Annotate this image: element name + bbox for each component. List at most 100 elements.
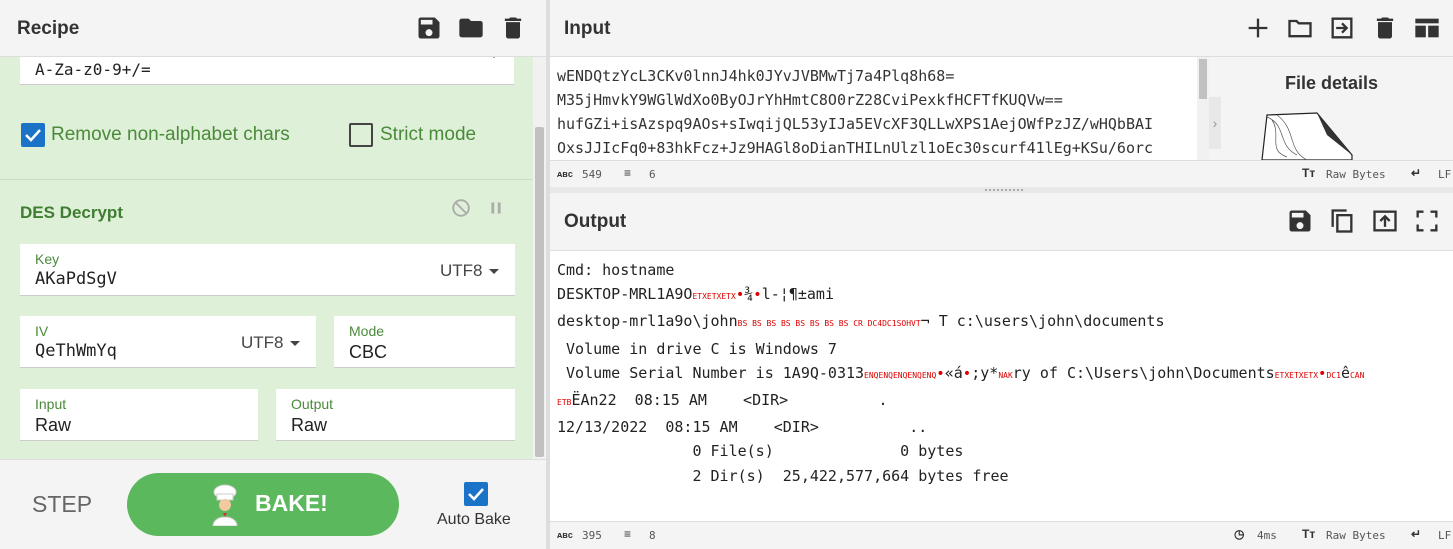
layout-icon[interactable] <box>1413 14 1441 42</box>
recipe-scrollbar[interactable] <box>533 57 546 459</box>
key-input[interactable]: AKaPdSgV <box>35 269 117 289</box>
trash-icon[interactable] <box>499 14 527 42</box>
output-line: Cmd: hostname <box>557 261 675 279</box>
step-button[interactable]: STEP <box>32 491 92 518</box>
abc-icon: ᴀʙᴄ <box>557 530 573 540</box>
strict-mode-label[interactable]: Strict mode <box>380 124 476 146</box>
scrollbar-thumb[interactable] <box>1199 59 1207 99</box>
input-format-field[interactable]: Input Raw <box>20 389 258 441</box>
eol-icon[interactable]: ↵ <box>1411 166 1421 180</box>
lines-icon: ≡ <box>624 166 632 180</box>
replace-input-icon[interactable] <box>1371 207 1399 235</box>
iv-encoding-value: UTF8 <box>241 333 284 352</box>
key-encoding-dropdown[interactable]: UTF8 <box>440 261 499 281</box>
recipe-header: Recipe <box>0 0 546 57</box>
alphabet-value: A-Za-z0-9+/= <box>35 60 151 79</box>
output-char-count: 395 <box>582 529 602 542</box>
input-file-icon[interactable] <box>1328 14 1356 42</box>
text-encoding-icon[interactable]: Tт <box>1302 166 1315 180</box>
input-line: M35jHmvkY9WGlWdXo0ByOJrYhHmtC8O0rZ28CviP… <box>557 91 1063 109</box>
mode-value[interactable]: CBC <box>349 342 387 363</box>
auto-bake-checkbox[interactable] <box>464 482 488 506</box>
output-line: desktop-mrl1a9o\johnBS BS BS BS BS BS BS… <box>557 309 1453 336</box>
output-format-field[interactable]: Output Raw <box>276 389 515 441</box>
pause-icon[interactable] <box>485 197 507 219</box>
output-encoding[interactable]: Raw Bytes <box>1326 529 1386 542</box>
maximise-icon[interactable] <box>1413 207 1441 235</box>
chevron-down-icon[interactable] <box>489 57 499 58</box>
resize-grip-icon[interactable] <box>985 189 1023 191</box>
input-title: Input <box>564 18 611 39</box>
output-line: Volume in drive C is Windows 7 <box>557 339 837 358</box>
input-textarea[interactable]: wENDQtzYcL3CKv0lnnJ4hk0JYvJVBMwTj7a4Plq8… <box>550 57 1197 160</box>
add-icon[interactable] <box>1244 14 1272 42</box>
key-label: Key <box>35 251 60 267</box>
input-panel: Input wENDQtzYcL3CKv0lnnJ4hk0JYvJVBMwTj7… <box>550 0 1453 187</box>
control-char: DC1 <box>1326 370 1341 380</box>
strict-mode-checkbox[interactable] <box>349 123 373 147</box>
open-folder-icon[interactable] <box>1286 14 1314 42</box>
output-text-segment: ry of C:\Users\john\Documents <box>1012 363 1275 382</box>
folder-icon[interactable] <box>457 14 485 42</box>
bake-button[interactable]: BAKE! <box>127 473 399 536</box>
mode-label: Mode <box>349 323 385 339</box>
save-icon[interactable] <box>415 14 443 42</box>
output-format-label: Output <box>291 396 334 412</box>
control-char: ETXETXETX <box>692 292 736 302</box>
input-header: Input <box>550 0 1453 57</box>
disable-icon[interactable] <box>450 197 472 219</box>
copy-icon[interactable] <box>1328 207 1356 235</box>
file-thumbnail-icon <box>1261 112 1353 160</box>
output-format-value[interactable]: Raw <box>291 415 327 436</box>
output-line: DESKTOP-MRL1A9OETXETXETX•¾•l-¦¶±ami <box>557 282 1453 309</box>
clear-input-icon[interactable] <box>1371 14 1399 42</box>
eol-icon[interactable]: ↵ <box>1411 527 1421 541</box>
operation-divider <box>0 179 533 180</box>
save-output-icon[interactable] <box>1286 207 1314 235</box>
output-text-segment: DESKTOP-MRL1A9O <box>557 285 693 304</box>
control-char: ETB <box>557 398 572 408</box>
input-status-bar: ᴀʙᴄ 549 ≡ 6 Tт Raw Bytes ↵ LF <box>550 160 1453 187</box>
file-details-title: File details <box>1285 73 1379 93</box>
input-line-count: 6 <box>649 168 656 181</box>
abc-icon: ᴀʙᴄ <box>557 169 573 179</box>
scrollbar-thumb[interactable] <box>535 127 544 457</box>
key-field[interactable]: Key AKaPdSgV UTF8 <box>20 244 515 296</box>
clock-icon: ◷ <box>1234 527 1245 541</box>
control-char: CAN <box>1349 370 1365 380</box>
alphabet-field[interactable]: A-Za-z0-9+/= <box>20 57 514 85</box>
iv-input[interactable]: QeThWmYq <box>35 341 117 361</box>
output-line-count: 8 <box>649 529 656 542</box>
caret-down-icon <box>289 341 300 347</box>
output-header: Output <box>550 193 1453 251</box>
chef-icon <box>212 484 238 526</box>
input-eol[interactable]: LF <box>1438 168 1451 181</box>
output-text-segment: ;y* <box>971 363 999 382</box>
control-char: BS BS BS BS BS BS BS BS CR DC4DC1SOHVT <box>737 319 921 329</box>
output-panel: Output Cmd: hostname DESKTOP-MRL1A9OETXE… <box>550 193 1453 549</box>
input-format-value[interactable]: Raw <box>35 415 71 436</box>
output-text-segment: desktop-mrl1a9o\john <box>557 312 738 331</box>
control-dot: • <box>936 365 945 382</box>
control-char: NAK <box>998 370 1013 380</box>
input-line: OxsJJIcFq0+83hkFcz+Jz9HAGl8oDianTHILnUlz… <box>557 139 1154 157</box>
input-format-label: Input <box>35 396 67 412</box>
output-title: Output <box>564 211 627 232</box>
output-line: 2 Dir(s) 25,422,577,664 bytes free <box>557 466 1009 485</box>
remove-non-alphabet-label[interactable]: Remove non-alphabet chars <box>51 124 290 146</box>
output-eol[interactable]: LF <box>1438 529 1451 542</box>
iv-field[interactable]: IV QeThWmYq UTF8 <box>20 316 316 368</box>
input-encoding[interactable]: Raw Bytes <box>1326 168 1386 181</box>
input-scrollbar[interactable] <box>1197 57 1209 160</box>
recipe-panel: Recipe A-Za-z0-9+/= Remove non-alphabet … <box>0 0 546 549</box>
chevron-right-icon[interactable]: › <box>1209 97 1221 149</box>
iv-encoding-dropdown[interactable]: UTF8 <box>241 333 300 353</box>
remove-non-alphabet-checkbox[interactable] <box>21 123 45 147</box>
control-dot: • <box>735 287 745 304</box>
auto-bake-label[interactable]: Auto Bake <box>437 511 511 529</box>
bake-time: 4ms <box>1257 529 1277 542</box>
output-line: 0 File(s) 0 bytes <box>557 442 964 461</box>
output-textarea[interactable]: Cmd: hostname DESKTOP-MRL1A9OETXETXETX•¾… <box>550 251 1453 521</box>
mode-field[interactable]: Mode CBC <box>334 316 515 368</box>
text-encoding-icon[interactable]: Tт <box>1302 527 1315 541</box>
